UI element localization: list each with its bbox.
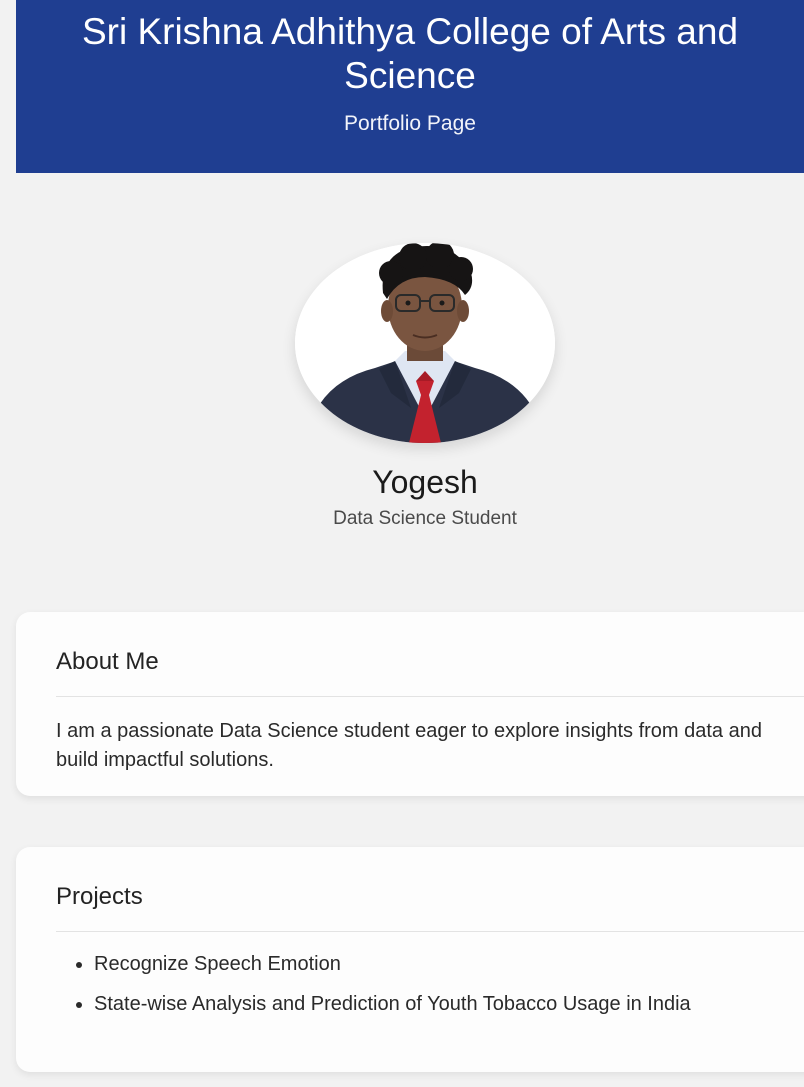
college-title: Sri Krishna Adhithya College of Arts and… xyxy=(81,11,739,96)
portfolio-page: Sri Krishna Adhithya College of Arts and… xyxy=(16,0,804,1087)
about-text: I am a passionate Data Science student e… xyxy=(56,720,762,771)
student-name: Yogesh xyxy=(372,464,478,500)
about-heading: About Me xyxy=(56,612,804,697)
projects-card: Projects Recognize Speech Emotion State-… xyxy=(16,847,804,1072)
projects-list: Recognize Speech Emotion State-wise Anal… xyxy=(56,950,804,1019)
list-item: Recognize Speech Emotion xyxy=(94,950,804,979)
profile-photo xyxy=(295,243,555,443)
student-role: Data Science Student xyxy=(333,508,517,529)
list-item: State-wise Analysis and Prediction of Yo… xyxy=(94,990,804,1019)
student-portrait-image xyxy=(295,243,555,443)
profile-section: Yogesh Data Science Student xyxy=(16,173,804,613)
page-subtitle: Portfolio Page xyxy=(344,112,476,135)
site-header: Sri Krishna Adhithya College of Arts and… xyxy=(16,0,804,173)
about-card: About Me I am a passionate Data Science … xyxy=(16,612,804,796)
projects-heading: Projects xyxy=(56,847,804,932)
